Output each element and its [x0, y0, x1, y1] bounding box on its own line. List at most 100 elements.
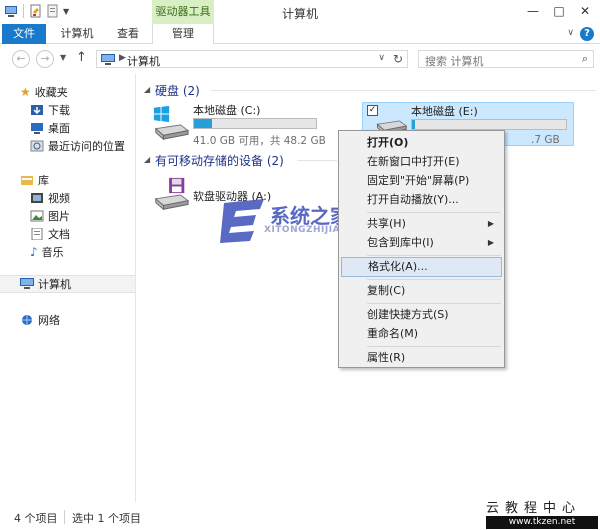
- submenu-arrow-icon: ▶: [487, 238, 494, 247]
- refresh-icon[interactable]: ↻: [393, 52, 403, 66]
- collapse-group-icon[interactable]: ◢: [144, 85, 150, 94]
- menu-item-open[interactable]: 打开(O): [341, 133, 502, 153]
- menu-separator: [367, 346, 501, 347]
- navigation-pane: ★ 收藏夹 下载 桌面 最近访问的位置 库 视频 图片 文档 ♪ 音乐 计算机 …: [0, 74, 136, 502]
- nav-label: 视频: [48, 192, 70, 205]
- menu-item-rename[interactable]: 重命名(M): [341, 324, 502, 344]
- drive-size-text: 41.0 GB 可用，共 48.2 GB: [193, 135, 326, 147]
- collapse-group-icon[interactable]: ◢: [144, 155, 150, 164]
- menu-separator: [367, 212, 501, 213]
- library-icon: [21, 176, 33, 185]
- status-selected-count: 选中 1 个项目: [72, 512, 141, 525]
- forward-button[interactable]: →: [36, 50, 54, 68]
- group-removable-devices[interactable]: 有可移动存储的设备 (2): [155, 152, 284, 169]
- status-item-count: 4 个项目: [14, 512, 58, 525]
- back-button[interactable]: ←: [12, 50, 30, 68]
- drive-c[interactable]: 本地磁盘 (C:) 41.0 GB 可用，共 48.2 GB: [149, 102, 349, 147]
- music-icon: ♪: [30, 245, 38, 259]
- menu-separator: [367, 279, 501, 280]
- menu-item-create-shortcut[interactable]: 创建快捷方式(S): [341, 305, 502, 325]
- breadcrumb-computer[interactable]: 计算机: [127, 53, 160, 69]
- breadcrumb-chevron-icon[interactable]: ▶: [119, 53, 126, 63]
- computer-icon: [101, 54, 115, 65]
- nav-label: 图片: [48, 210, 70, 223]
- nav-libraries[interactable]: 库: [20, 171, 135, 189]
- nav-label: 音乐: [41, 246, 64, 259]
- nav-pictures[interactable]: 图片: [30, 207, 135, 225]
- nav-label: 库: [38, 174, 49, 187]
- expand-ribbon-icon[interactable]: ∨: [567, 28, 574, 38]
- corner-watermark-text: 云教程中心: [486, 501, 582, 516]
- tab-view[interactable]: 查看: [108, 24, 148, 44]
- status-separator: [64, 510, 65, 524]
- nav-desktop[interactable]: 桌面: [30, 119, 135, 137]
- submenu-arrow-icon: ▶: [487, 219, 494, 228]
- menu-label: 共享(H): [367, 217, 406, 230]
- pictures-icon: [30, 210, 44, 222]
- downloads-icon: [31, 105, 43, 115]
- nav-network[interactable]: 网络: [20, 311, 135, 329]
- menu-item-include-in-library[interactable]: 包含到库中(I) ▶: [341, 233, 502, 253]
- search-box[interactable]: 搜索 计算机 ⌕: [418, 50, 594, 68]
- maximize-button[interactable]: □: [550, 3, 568, 19]
- nav-label: 桌面: [48, 122, 70, 135]
- network-icon: [22, 315, 32, 325]
- menu-label: 包含到库中(I): [367, 236, 434, 249]
- nav-videos[interactable]: 视频: [30, 189, 135, 207]
- menu-separator: [367, 303, 501, 304]
- drive-label: 软盘驱动器 (A:): [193, 190, 272, 203]
- title-bar: ▼ 驱动器工具 计算机 — □ ✕: [0, 0, 600, 24]
- context-menu: 打开(O) 在新窗口中打开(E) 固定到"开始"屏幕(P) 打开自动播放(Y).…: [338, 130, 505, 368]
- capacity-fill: [412, 120, 416, 129]
- nav-label: 下载: [48, 104, 70, 117]
- windows-drive-icon: [153, 105, 190, 141]
- nav-documents[interactable]: 文档: [30, 225, 135, 243]
- group-hard-drives[interactable]: 硬盘 (2): [155, 82, 200, 99]
- window-title: 计算机: [281, 7, 318, 21]
- nav-recent-places[interactable]: 最近访问的位置: [30, 137, 135, 155]
- nav-downloads[interactable]: 下载: [30, 101, 135, 119]
- menu-item-autoplay[interactable]: 打开自动播放(Y)...: [341, 190, 502, 210]
- menu-item-share[interactable]: 共享(H) ▶: [341, 214, 502, 234]
- menu-item-format[interactable]: 格式化(A)...: [341, 257, 502, 277]
- nav-favorites[interactable]: ★ 收藏夹: [20, 83, 135, 101]
- star-icon: ★: [20, 85, 31, 99]
- tab-manage[interactable]: 管理: [152, 24, 214, 44]
- drive-size-text: .7 GB: [531, 134, 560, 146]
- nav-label: 计算机: [38, 278, 71, 291]
- capacity-bar: [193, 118, 317, 129]
- videos-icon: [31, 193, 43, 203]
- drive-label: 本地磁盘 (C:): [193, 104, 261, 117]
- drive-label: 本地磁盘 (E:): [411, 105, 478, 118]
- nav-label: 收藏夹: [34, 86, 68, 99]
- computer-icon: [20, 278, 34, 289]
- group-divider: [297, 160, 337, 161]
- menu-item-pin-to-start[interactable]: 固定到"开始"屏幕(P): [341, 171, 502, 191]
- menu-separator: [367, 255, 501, 256]
- nav-computer[interactable]: 计算机: [0, 275, 135, 293]
- menu-item-open-new-window[interactable]: 在新窗口中打开(E): [341, 152, 502, 172]
- search-icon[interactable]: ⌕: [582, 52, 588, 66]
- nav-music[interactable]: ♪ 音乐: [30, 243, 135, 261]
- address-dropdown-icon[interactable]: ∨: [378, 53, 385, 63]
- nav-label: 网络: [38, 314, 60, 327]
- minimize-button[interactable]: —: [524, 3, 542, 19]
- floppy-drive-icon: [154, 177, 190, 211]
- menu-item-copy[interactable]: 复制(C): [341, 281, 502, 301]
- recent-locations-icon[interactable]: ▼: [60, 53, 66, 62]
- desktop-icon: [31, 123, 43, 134]
- group-divider: [211, 90, 596, 91]
- ribbon-tabs: 文件 计算机 查看 管理: [0, 24, 600, 44]
- up-button[interactable]: ↑: [76, 50, 87, 65]
- search-placeholder: 搜索 计算机: [425, 55, 484, 68]
- documents-icon: [31, 228, 43, 240]
- close-button[interactable]: ✕: [576, 3, 594, 19]
- help-icon[interactable]: ?: [580, 27, 594, 41]
- nav-label: 最近访问的位置: [48, 140, 125, 153]
- capacity-fill: [194, 119, 213, 128]
- corner-watermark-url: www.tkzen.net: [486, 516, 598, 529]
- address-bar[interactable]: ▶ 计算机 ∨ ↻: [96, 50, 408, 68]
- menu-item-properties[interactable]: 属性(R): [341, 348, 502, 368]
- tab-file[interactable]: 文件: [2, 24, 46, 44]
- tab-computer[interactable]: 计算机: [54, 24, 100, 44]
